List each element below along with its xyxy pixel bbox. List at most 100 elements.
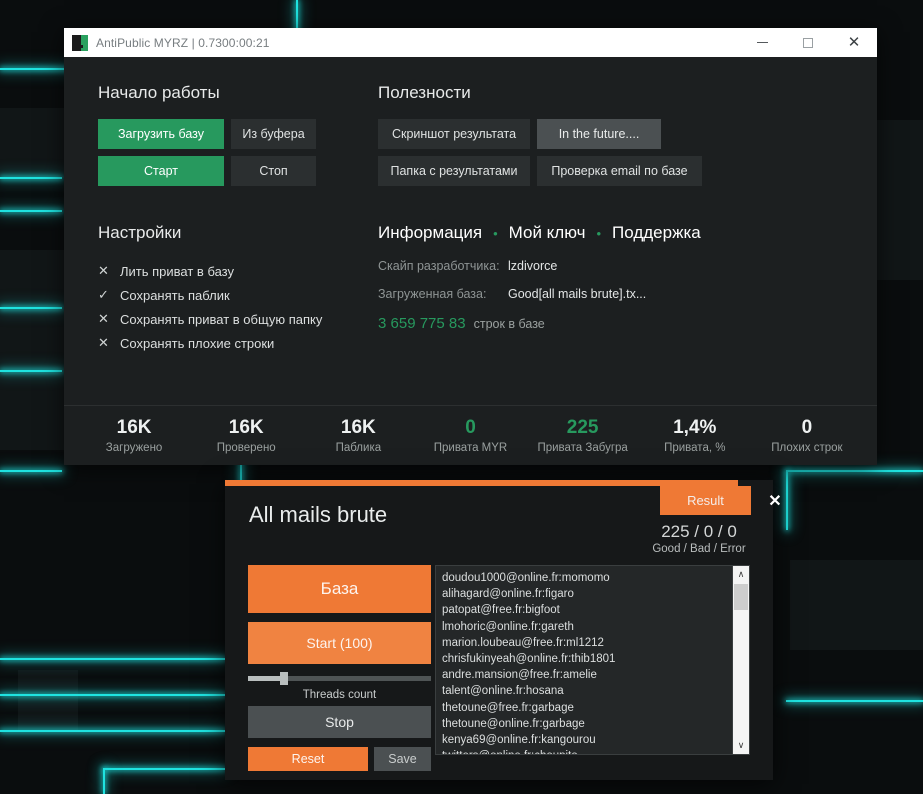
wallpaper-neon-line: [0, 370, 62, 372]
screenshot-result-button[interactable]: Скриншот результата: [378, 119, 530, 149]
slider-thumb[interactable]: [280, 672, 288, 685]
loaded-database-label: Загруженная база:: [378, 287, 487, 301]
check-icon: ✓: [98, 287, 109, 302]
cross-icon: ✕: [98, 311, 109, 326]
stat-label: Привата MYR: [433, 441, 508, 454]
main-window-titlebar[interactable]: AntiPublic MYRZ | 0.7300:00:21 ✕: [64, 28, 877, 57]
settings-section: Настройки ✕ Лить приват в базу ✓ Сохраня…: [98, 223, 378, 355]
minimize-button[interactable]: [739, 28, 785, 57]
result-line: thetoune@online.fr:garbage: [442, 717, 585, 730]
result-list-panel: doudou1000@online.fr:momomo alihagard@onl…: [435, 565, 750, 755]
all-mails-brute-window: All mails brute Result ✕ 225 / 0 / 0 Goo…: [225, 480, 782, 780]
stat-label: Паблика: [335, 441, 382, 454]
loaded-database-value: Good[all mails brute].tx...: [508, 287, 647, 301]
save-button[interactable]: Save: [374, 747, 431, 771]
nav-support[interactable]: Поддержка: [612, 223, 701, 243]
stat-label: Проверено: [216, 441, 276, 454]
threads-count-slider[interactable]: [248, 668, 431, 688]
minimize-icon: [756, 42, 768, 43]
brute-window-title: All mails brute: [249, 502, 388, 527]
window-controls: ✕: [739, 28, 877, 57]
wallpaper-neon-line: [0, 307, 62, 309]
start-button[interactable]: Старт: [98, 156, 224, 186]
lower-sections: Настройки ✕ Лить приват в базу ✓ Сохраня…: [98, 223, 843, 355]
result-counts-value: 225 / 0 / 0: [661, 522, 737, 541]
setting-save-private-to-shared-folder[interactable]: ✕ Сохранять приват в общую папку: [98, 307, 378, 331]
settings-heading: Настройки: [98, 223, 182, 242]
nav-my-key[interactable]: Мой ключ: [509, 223, 586, 243]
stat-label: Плохих строк: [771, 441, 843, 454]
setting-label: Сохранять паблик: [120, 287, 230, 303]
stat-label: Привата Забугра: [537, 441, 628, 454]
main-window-title: AntiPublic MYRZ | 0.7300:00:21: [96, 35, 270, 50]
stat-value: 16K: [340, 417, 376, 439]
lines-in-database-row: 3 659 775 83 строк в базе: [378, 315, 843, 332]
load-database-button[interactable]: Загрузить базу: [98, 119, 224, 149]
stats-bar: 16K Загружено 16K Проверено 16K Паблика …: [64, 406, 877, 465]
wallpaper-neon-line: [786, 700, 923, 702]
wallpaper-neon-line: [0, 210, 62, 212]
tab-result[interactable]: Result: [660, 486, 751, 515]
result-list[interactable]: doudou1000@online.fr:momomo alihagard@onl…: [436, 566, 732, 754]
result-line: patopat@free.fr:bigfoot: [442, 604, 560, 617]
stat-loaded: 16K Загружено: [78, 417, 190, 454]
wallpaper-neon-line: [786, 470, 788, 530]
scroll-down-icon[interactable]: ∨: [733, 737, 749, 754]
information-nav: Информация • Мой ключ • Поддержка: [378, 223, 843, 243]
check-email-in-db-button[interactable]: Проверка email по базе: [537, 156, 702, 186]
scrollbar-thumb[interactable]: [734, 584, 748, 610]
cross-icon: ✕: [98, 335, 109, 350]
nav-separator-dot-icon: •: [596, 225, 602, 241]
setting-label: Сохранять плохие строки: [120, 335, 275, 351]
stat-label: Загружено: [105, 441, 163, 454]
scroll-up-icon[interactable]: ∧: [733, 566, 749, 583]
information-section: Информация • Мой ключ • Поддержка Скайп …: [378, 223, 843, 355]
wallpaper-neon-line: [0, 694, 225, 696]
maximize-button[interactable]: [785, 28, 831, 57]
setting-label: Лить приват в базу: [120, 263, 234, 279]
lines-count-value: 3 659 775 83: [378, 315, 466, 332]
top-sections: Начало работы Загрузить базу Из буфера С…: [98, 83, 843, 193]
utilities-section: Полезности Скриншот результата In the fu…: [378, 83, 843, 193]
main-window: AntiPublic MYRZ | 0.7300:00:21 ✕ Начало …: [64, 28, 877, 465]
result-line: thetoune@free.fr:garbage: [442, 701, 574, 714]
database-button[interactable]: База: [248, 565, 431, 613]
utilities-row-1: Скриншот результата In the future....: [378, 119, 843, 149]
in-the-future-button[interactable]: In the future....: [537, 119, 661, 149]
from-buffer-button[interactable]: Из буфера: [231, 119, 316, 149]
stat-value: 225: [566, 417, 599, 439]
brute-close-button[interactable]: ✕: [764, 490, 786, 512]
setting-save-public[interactable]: ✓ Сохранять паблик: [98, 283, 378, 307]
stat-public: 16K Паблика: [302, 417, 414, 454]
stop-button[interactable]: Стоп: [231, 156, 316, 186]
close-button[interactable]: ✕: [831, 28, 877, 57]
start-threads-button[interactable]: Start (100): [248, 622, 431, 664]
stat-private-myr: 0 Привата MYR: [414, 417, 526, 454]
setting-pour-private-to-db[interactable]: ✕ Лить приват в базу: [98, 259, 378, 283]
app-logo-icon: [72, 34, 88, 51]
stat-bad-lines: 0 Плохих строк: [751, 417, 863, 454]
getting-started-row-1: Загрузить базу Из буфера: [98, 119, 378, 149]
slider-fill: [248, 676, 282, 681]
stop-threads-button[interactable]: Stop: [248, 706, 431, 738]
nav-information[interactable]: Информация: [378, 223, 482, 243]
wallpaper-neon-line: [103, 768, 105, 794]
maximize-icon: [803, 37, 813, 48]
result-list-scrollbar[interactable]: ∧ ∨: [732, 566, 749, 754]
setting-save-bad-lines[interactable]: ✕ Сохранять плохие строки: [98, 331, 378, 355]
reset-button[interactable]: Reset: [248, 747, 368, 771]
wallpaper-neon-line: [0, 658, 225, 660]
result-line: alihagard@online.fr:figaro: [442, 588, 574, 601]
developer-skype-value: lzdivorce: [508, 259, 558, 273]
results-folder-button[interactable]: Папка с результатами: [378, 156, 530, 186]
stat-value: 16K: [116, 417, 152, 439]
brute-controls: База Start (100) Threads count Stop Rese…: [248, 565, 431, 771]
getting-started-row-2: Старт Стоп: [98, 156, 378, 186]
brute-bottom-buttons: Reset Save: [248, 747, 431, 771]
wallpaper-neon-line: [104, 768, 225, 770]
utilities-heading: Полезности: [378, 83, 471, 102]
getting-started-heading: Начало работы: [98, 83, 220, 102]
loaded-database-row: Загруженная база: Good[all mails brute].…: [378, 287, 843, 301]
nav-separator-dot-icon: •: [493, 225, 498, 241]
result-line: twitters@online.fr:choupito: [442, 748, 732, 754]
